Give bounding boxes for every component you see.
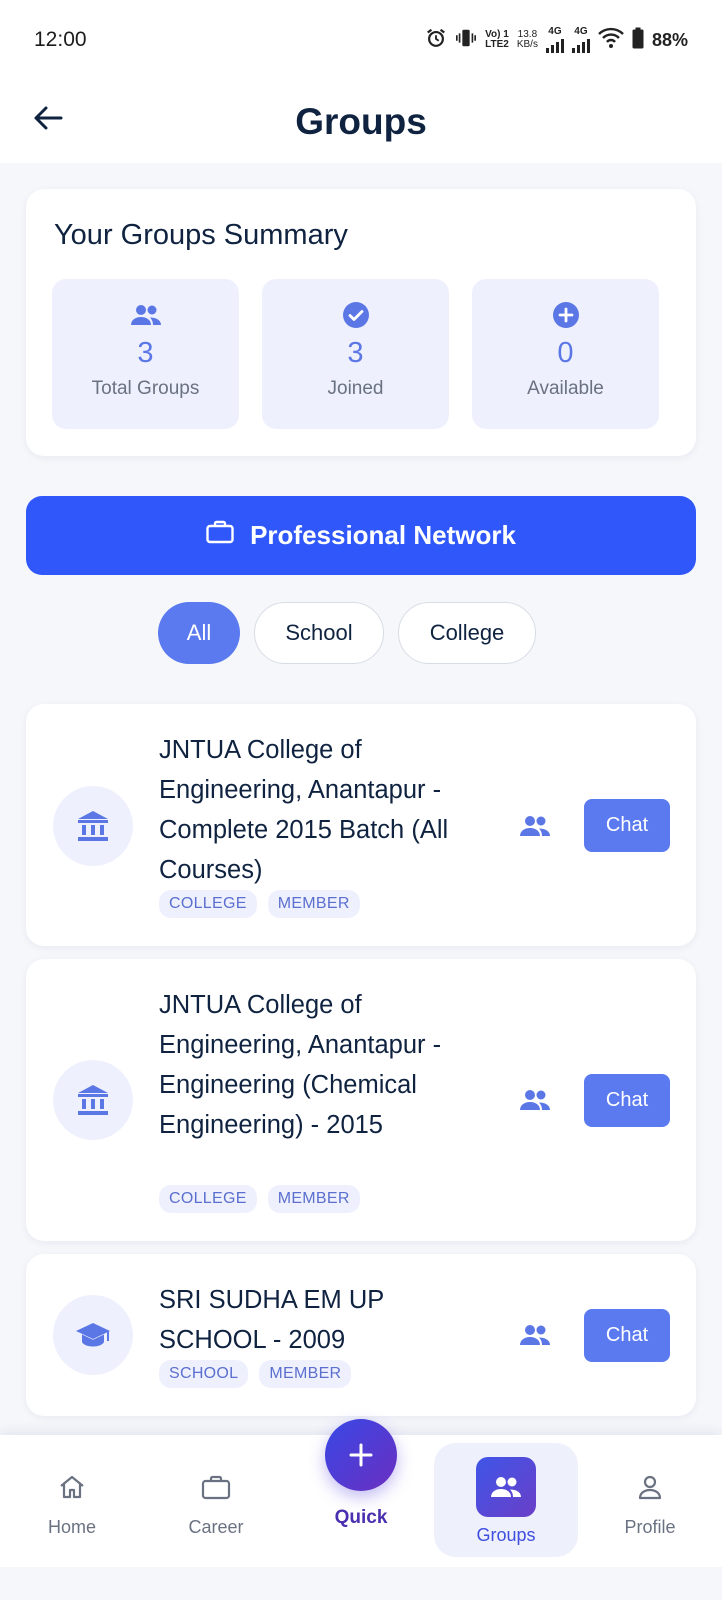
group-icon xyxy=(476,1457,536,1517)
group-card[interactable]: SRI SUDHA EM UP SCHOOL - 2009 SCHOOL MEM… xyxy=(26,1254,696,1416)
speed-unit: KB/s xyxy=(516,39,538,50)
signal-1: 4G xyxy=(545,26,564,53)
nav-career[interactable]: Career xyxy=(156,1435,276,1567)
network-speed: 13.8 KB/s xyxy=(517,30,538,50)
institution-icon xyxy=(53,786,133,866)
battery-icon xyxy=(632,27,644,54)
page-title: Groups xyxy=(295,100,427,142)
briefcase-icon xyxy=(201,1471,231,1503)
arrow-left-icon xyxy=(34,106,63,130)
stat-value: 0 xyxy=(557,337,574,369)
system-navigation-area xyxy=(0,1567,722,1600)
members-icon[interactable] xyxy=(518,1323,552,1347)
nav-groups-label: Groups xyxy=(476,1525,536,1545)
nav-home-label: Home xyxy=(47,1517,96,1537)
members-icon[interactable] xyxy=(518,1088,552,1112)
chat-button[interactable]: Chat xyxy=(584,799,670,852)
group-icon xyxy=(130,299,162,331)
professional-network-button[interactable]: Professional Network xyxy=(26,496,696,575)
group-tags: COLLEGE MEMBER xyxy=(159,890,360,918)
vibrate-icon xyxy=(455,27,477,54)
group-type-tag: SCHOOL xyxy=(159,1360,249,1388)
nav-profile[interactable]: Profile xyxy=(590,1435,710,1567)
alarm-icon xyxy=(425,27,447,54)
stat-available: 0 Available xyxy=(472,279,659,429)
group-tags: SCHOOL MEMBER xyxy=(159,1360,352,1388)
graduation-cap-icon xyxy=(53,1295,133,1375)
network-type-2: 4G xyxy=(574,26,588,37)
signal-2: 4G xyxy=(571,26,590,53)
group-type-tag: COLLEGE xyxy=(159,1185,257,1213)
nav-groups[interactable]: Groups xyxy=(446,1435,566,1567)
briefcase-icon xyxy=(206,520,234,551)
filter-chip-college[interactable]: College xyxy=(398,602,536,664)
summary-title: Your Groups Summary xyxy=(54,219,348,251)
filter-chip-school[interactable]: School xyxy=(254,602,384,664)
person-icon xyxy=(637,1471,663,1503)
app-bar: Groups xyxy=(0,80,722,163)
group-card[interactable]: JNTUA College of Engineering, Anantapur … xyxy=(26,704,696,946)
members-icon[interactable] xyxy=(518,814,552,838)
wifi-icon xyxy=(598,27,624,54)
membership-tag: MEMBER xyxy=(267,1185,360,1213)
status-time: 12:00 xyxy=(34,28,87,51)
institution-icon xyxy=(53,1060,133,1140)
bottom-navigation: Home Career Quick Groups Profile xyxy=(0,1419,722,1567)
membership-tag: MEMBER xyxy=(259,1360,352,1388)
groups-summary-card: Your Groups Summary 3 Total Groups 3 Joi… xyxy=(26,189,696,456)
status-bar: 12:00 Vo) 1 LTE2 13.8 KB/s 4G 4G 88% xyxy=(0,0,722,80)
chat-button[interactable]: Chat xyxy=(584,1309,670,1362)
lte-label: LTE2 xyxy=(485,39,509,50)
nav-career-label: Career xyxy=(188,1517,244,1537)
group-type-tag: COLLEGE xyxy=(159,890,257,918)
plus-icon xyxy=(349,1443,373,1467)
home-icon xyxy=(58,1471,86,1503)
stat-total-groups: 3 Total Groups xyxy=(52,279,239,429)
back-button[interactable] xyxy=(28,98,68,138)
check-circle-icon xyxy=(342,299,370,331)
professional-network-label: Professional Network xyxy=(250,520,516,550)
stat-value: 3 xyxy=(347,337,364,369)
stat-value: 3 xyxy=(137,337,154,369)
group-name: JNTUA College of Engineering, Anantapur … xyxy=(159,991,442,1139)
stat-label: Total Groups xyxy=(91,378,200,399)
nav-quick-label: Quick xyxy=(334,1507,388,1528)
battery-level: 88% xyxy=(651,29,688,50)
stat-label: Available xyxy=(527,378,604,399)
group-name: SRI SUDHA EM UP SCHOOL - 2009 xyxy=(159,1286,384,1354)
group-name: JNTUA College of Engineering, Anantapur … xyxy=(159,736,449,884)
stat-label: Joined xyxy=(327,378,384,399)
chat-button[interactable]: Chat xyxy=(584,1074,670,1127)
add-circle-icon xyxy=(552,299,580,331)
membership-tag: MEMBER xyxy=(267,890,360,918)
signal-bars-icon xyxy=(545,37,564,53)
volte-indicator: Vo) 1 LTE2 xyxy=(485,30,509,50)
quick-action-button[interactable] xyxy=(325,1419,397,1491)
status-icons: Vo) 1 LTE2 13.8 KB/s 4G 4G 88% xyxy=(425,27,688,54)
filter-chip-all[interactable]: All xyxy=(158,602,240,664)
network-type-1: 4G xyxy=(548,26,562,37)
group-card[interactable]: JNTUA College of Engineering, Anantapur … xyxy=(26,959,696,1241)
stat-joined: 3 Joined xyxy=(262,279,449,429)
nav-home[interactable]: Home xyxy=(12,1435,132,1567)
signal-bars-icon xyxy=(571,37,590,53)
nav-profile-label: Profile xyxy=(624,1517,676,1537)
group-tags: COLLEGE MEMBER xyxy=(159,1185,360,1213)
